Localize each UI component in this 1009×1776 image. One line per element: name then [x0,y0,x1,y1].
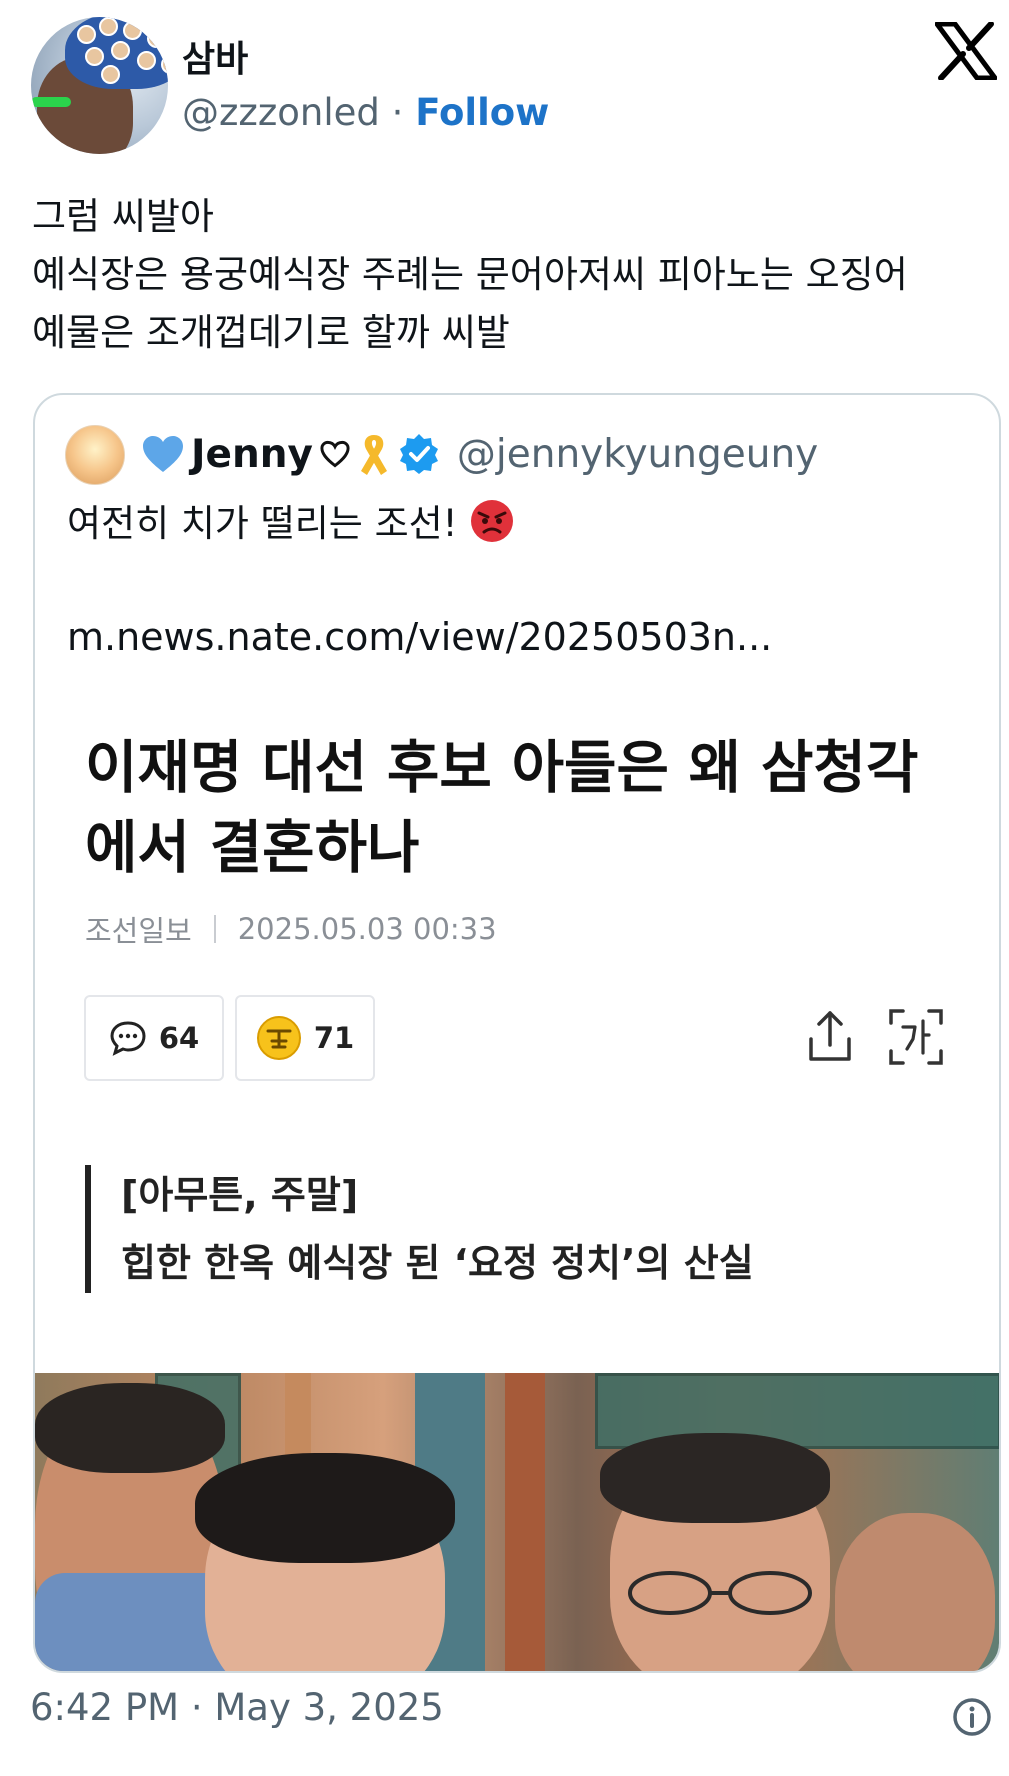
tweet-line: 그럼 씨발아 [32,195,214,238]
white-heart-icon [320,440,350,468]
reaction-emoji-icon [256,1016,301,1060]
angry-face-icon [471,500,514,542]
author-handle-row: @zzzonled · Follow [182,91,549,134]
photo-glasses [628,1571,812,1615]
article-subtitle: [아무튼, 주말] 힙한 한옥 예식장 된 ‘요정 정치’의 산실 [121,1161,754,1297]
blue-heart-icon [143,436,183,472]
reactions-count: 71 [313,1021,355,1055]
x-logo-icon[interactable] [935,22,997,80]
tweet-line: 예물은 조개껍데기로 할까 씨발 [32,311,510,354]
comments-button[interactable]: 64 [84,995,224,1081]
follow-button[interactable]: Follow [415,91,549,134]
quoted-author-avatar[interactable] [65,425,125,485]
article-source: 조선일보 [85,914,192,948]
photo-pillar [505,1373,545,1671]
photo-person-hair [195,1453,455,1563]
headline-line: 에서 결혼하나 [85,815,420,881]
subtitle-line: 힙한 한옥 예식장 된 ‘요정 정치’의 산실 [121,1241,754,1285]
quoted-link[interactable]: m.news.nate.com/view/20250503n... [67,608,772,666]
yellow-ribbon-icon [360,435,387,475]
comment-bubble-icon [110,1021,146,1056]
quoted-tweet-card[interactable]: Jenny @jennykyungeuny 여전히 치가 떨리는 조선! m.n… [33,393,1001,1673]
author-display-name[interactable]: 삼바 [182,30,248,82]
photo-person-hair [600,1433,830,1523]
tweet-text: 그럼 씨발아 예식장은 용궁예식장 주례는 문어아저씨 피아노는 오징어 예물은… [32,188,992,362]
quoted-display-name[interactable]: Jenny [191,432,313,477]
info-icon[interactable] [952,1697,992,1737]
share-icon[interactable] [805,1007,855,1067]
author-avatar[interactable] [31,17,168,154]
article-meta: 조선일보 2025.05.03 00:33 [85,908,497,950]
author-handle[interactable]: @zzzonled [182,91,380,134]
tweet-line: 예식장은 용궁예식장 주례는 문어아저씨 피아노는 오징어 [32,253,908,296]
article-photo[interactable] [35,1373,999,1671]
subtitle-line: [아무튼, 주말] [121,1173,359,1217]
font-size-icon[interactable] [887,1007,945,1067]
reactions-button[interactable]: 71 [235,995,375,1081]
quoted-text-content: 여전히 치가 떨리는 조선! [67,502,458,545]
photo-person-hair [35,1383,225,1473]
tweet-timestamp[interactable]: 6:42 PM · May 3, 2025 [30,1686,444,1729]
article-datetime: 2025.05.03 00:33 [237,912,497,946]
verified-badge-icon [399,434,438,474]
subtitle-bar [85,1165,91,1293]
handle-separator: · [391,91,404,134]
avatar-highlight [31,97,71,107]
headline-line: 이재명 대선 후보 아들은 왜 삼청각 [85,735,919,801]
quoted-handle[interactable]: @jennykyungeuny [457,432,818,477]
article-headline: 이재명 대선 후보 아들은 왜 삼청각 에서 결혼하나 [85,728,945,888]
comments-count: 64 [158,1021,200,1055]
quoted-header: Jenny @jennykyungeuny [141,423,818,485]
meta-divider [213,915,216,943]
avatar-hat [65,17,168,89]
quoted-text: 여전히 치가 떨리는 조선! [67,495,515,553]
photo-person [835,1513,995,1671]
